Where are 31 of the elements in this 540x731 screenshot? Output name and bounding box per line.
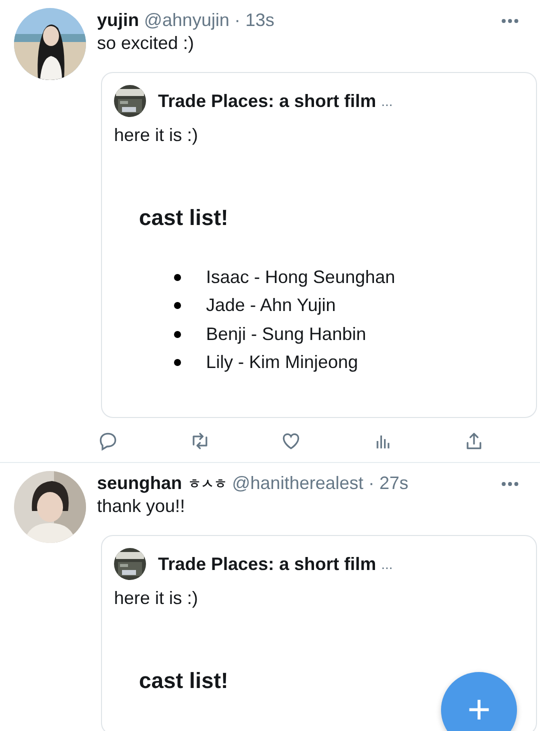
ellipsis: ... <box>381 556 393 572</box>
cast-heading: cast list! <box>139 205 230 231</box>
cast-item: Benji - Sung Hanbin <box>206 324 366 345</box>
cast-heading: cast list! <box>139 668 230 694</box>
user-name: yujin <box>97 10 140 31</box>
user-handle: @ahnyujin <box>144 10 230 31</box>
tweet-text: thank you!! <box>97 496 186 517</box>
quoted-title: Trade Places: a short film <box>158 90 376 112</box>
bullet-icon <box>174 274 181 281</box>
more-icon[interactable] <box>501 18 519 24</box>
cast-item: Lily - Kim Minjeong <box>206 352 358 374</box>
tweet-text: so excited :) <box>97 33 196 54</box>
separator-dot: · <box>234 10 240 31</box>
quoted-text: here it is :) <box>114 125 200 146</box>
user-handle: @hanitherealest <box>232 473 364 494</box>
quoted-title: Trade Places: a short film <box>158 554 376 574</box>
timestamp: 27s <box>379 473 408 494</box>
bullet-icon <box>174 330 181 338</box>
user-name: seunghan <box>97 473 182 494</box>
ellipsis: ... <box>381 93 393 109</box>
separator-dot: · <box>368 473 374 494</box>
bullet-icon <box>174 302 181 310</box>
cast-item: Jade - Ahn Yujin <box>206 295 336 316</box>
quoted-text: here it is :) <box>114 588 200 609</box>
name-emoji: ㅎㅅㅎ <box>188 474 228 492</box>
bullet-icon <box>174 359 181 366</box>
cast-item: Isaac - Hong Seunghan <box>206 266 396 288</box>
more-icon[interactable] <box>501 480 519 486</box>
quoted-tweet-card[interactable]: Trade Places: a short film ... here it is :) cast list! Isaac - Hong Seunghan Jade - Ahn Yujin Benji - Sung Hanbin Lily - Kim Minjeong <box>101 72 537 418</box>
reply-icon[interactable] <box>97 430 119 452</box>
timestamp: 13s <box>245 10 274 31</box>
